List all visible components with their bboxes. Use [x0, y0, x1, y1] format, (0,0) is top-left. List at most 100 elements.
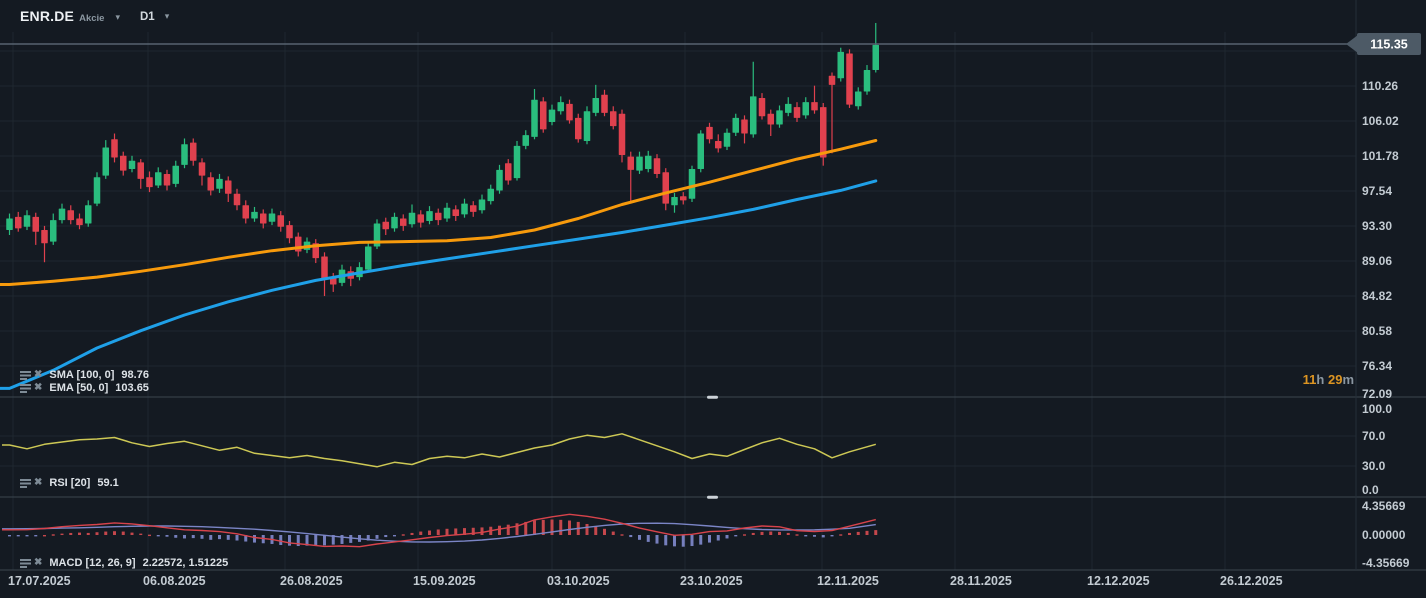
candle: [724, 133, 731, 147]
macd-histogram-bar: [691, 535, 694, 546]
countdown-hours-unit: h: [1316, 372, 1328, 387]
candle: [138, 162, 145, 179]
axis-label: 76.34: [1362, 359, 1392, 373]
indicator-legend-rsi: ✖ RSI [20] 59.1: [20, 477, 119, 489]
price-axis: 114.51110.26106.02101.7897.5493.3089.068…: [1362, 44, 1399, 401]
macd-histogram-bar: [419, 532, 422, 535]
indicator-settings-icon[interactable]: [20, 370, 31, 380]
axis-label: 115.35: [1370, 38, 1408, 52]
indicator-settings-icon[interactable]: [20, 478, 31, 488]
macd-histogram-bar: [708, 535, 711, 543]
price-tag-arrow: [1346, 35, 1358, 53]
macd-histogram-bar: [393, 535, 396, 536]
axis-label: 70.0: [1362, 429, 1386, 443]
indicator-remove-icon[interactable]: ✖: [34, 383, 42, 393]
macd-histogram-bar: [629, 535, 632, 537]
chevron-down-icon[interactable]: ▾: [165, 11, 170, 22]
macd-histogram-bar: [87, 533, 90, 535]
candle: [689, 169, 696, 199]
macd-histogram-bar: [848, 533, 851, 535]
macd-histogram-bar: [34, 535, 37, 536]
macd-histogram-bar: [638, 535, 641, 540]
candle: [523, 135, 530, 146]
macd-histogram-bar: [804, 535, 807, 536]
candle: [278, 215, 285, 227]
macd-histogram-bar: [761, 532, 764, 535]
axis-label: 89.06: [1362, 254, 1392, 268]
macd-histogram-bar: [236, 535, 239, 541]
indicator-settings-icon[interactable]: [20, 383, 31, 393]
candle: [391, 217, 398, 229]
candle: [470, 205, 477, 212]
sma-value: 98.76: [121, 369, 149, 381]
candles-layer: [6, 23, 879, 296]
candle: [208, 177, 215, 190]
candle: [514, 146, 521, 178]
macd-histogram-bar: [253, 535, 256, 543]
symbol-selector[interactable]: ENR.DE Akcie ▾: [20, 8, 120, 24]
macd-histogram-bar: [17, 535, 20, 536]
candle: [750, 96, 757, 134]
axis-label: 0.0: [1362, 483, 1379, 497]
grid-lines: [0, 32, 1356, 570]
candle: [453, 209, 460, 216]
candle: [50, 220, 57, 241]
macd-histogram-bar: [61, 534, 64, 535]
chevron-down-icon[interactable]: ▾: [115, 12, 120, 23]
macd-histogram-bar: [656, 535, 659, 544]
macd-histogram-bar: [376, 535, 379, 539]
candle: [181, 144, 188, 165]
candle: [654, 158, 661, 174]
macd-histogram-bar: [699, 535, 702, 545]
macd-histogram-bar: [454, 528, 457, 535]
candle: [540, 101, 547, 129]
candle: [409, 213, 416, 225]
candle: [496, 170, 503, 191]
macd-histogram-bar: [647, 535, 650, 542]
macd-label: MACD [12, 26, 9]: [49, 557, 135, 569]
candle: [461, 204, 468, 215]
current-price-tag: 115.35: [1346, 33, 1421, 55]
candle: [873, 45, 880, 70]
candle: [111, 139, 118, 157]
macd-histogram-bar: [743, 534, 746, 535]
rsi-axis: 100.070.030.00.0: [1362, 402, 1392, 497]
rsi-label: RSI [20]: [49, 477, 90, 489]
ema-label: EMA [50, 0]: [49, 382, 108, 394]
macd-histogram: [8, 520, 877, 547]
candle: [488, 189, 495, 201]
macd-histogram-bar: [822, 535, 825, 537]
indicator-legend-ema: ✖ EMA [50, 0] 103.65: [20, 382, 149, 394]
macd-histogram-bar: [752, 533, 755, 535]
candle: [24, 215, 31, 227]
axis-label: 110.26: [1362, 79, 1398, 93]
axis-label: 106.02: [1362, 114, 1399, 128]
candle: [593, 98, 600, 113]
candle: [584, 111, 591, 141]
macd-histogram-bar: [717, 535, 720, 541]
macd-histogram-bar: [139, 534, 142, 535]
macd-histogram-bar: [52, 534, 55, 535]
macd-histogram-bar: [682, 535, 685, 547]
candle: [321, 256, 328, 279]
macd-histogram-bar: [349, 535, 352, 543]
timeframe-selector[interactable]: D1 ▾: [140, 11, 169, 23]
candle: [549, 110, 556, 122]
indicator-remove-icon[interactable]: ✖: [34, 558, 42, 568]
candle: [418, 214, 425, 222]
panel-resize-handle[interactable]: [707, 396, 718, 399]
indicator-settings-icon[interactable]: [20, 558, 31, 568]
indicator-remove-icon[interactable]: ✖: [34, 478, 42, 488]
axis-label: 26.08.2025: [280, 574, 343, 588]
indicator-remove-icon[interactable]: ✖: [34, 370, 42, 380]
macd-histogram-bar: [796, 534, 799, 535]
candle: [741, 119, 748, 133]
macd-histogram-bar: [533, 521, 536, 535]
candle: [768, 114, 775, 125]
chart-canvas[interactable]: 114.51110.26106.02101.7897.5493.3089.068…: [0, 0, 1426, 598]
panel-resize-handle[interactable]: [707, 496, 718, 499]
symbol-type-label: Akcie: [79, 13, 104, 24]
macd-histogram-bar: [201, 535, 204, 539]
candle: [41, 230, 48, 243]
axis-label: 93.30: [1362, 219, 1392, 233]
